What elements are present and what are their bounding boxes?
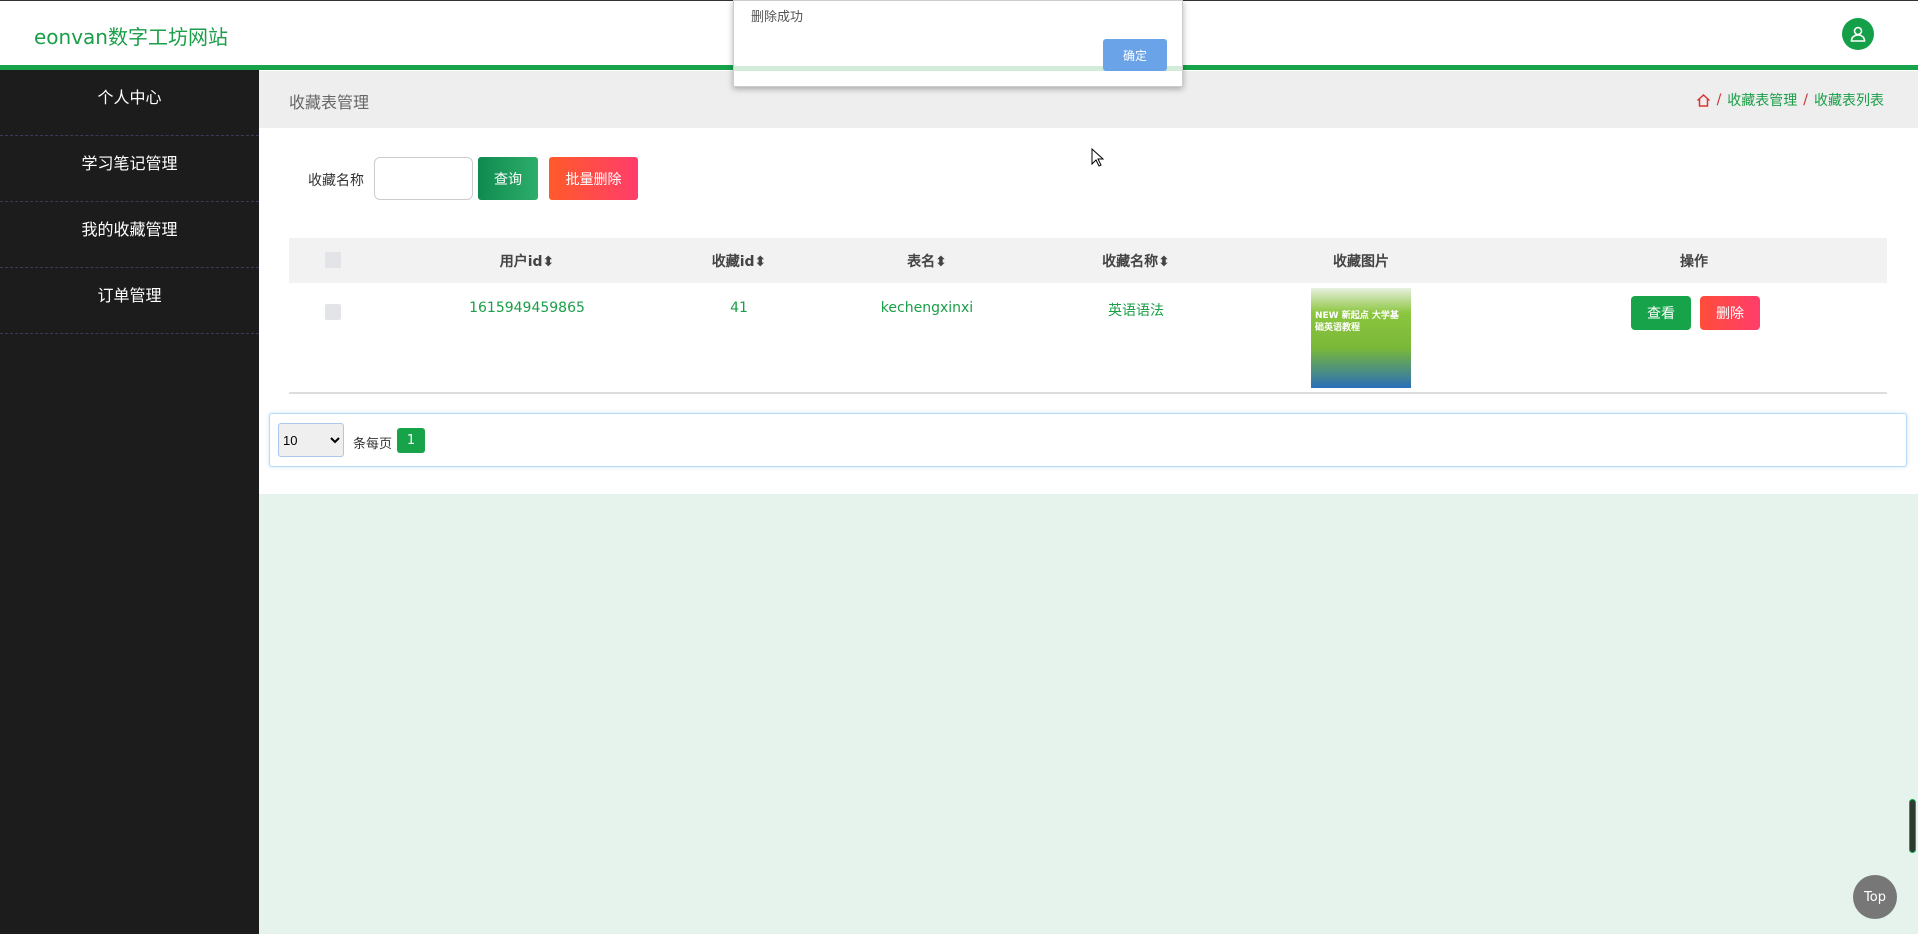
cell-name: 英语语法: [1108, 303, 1164, 319]
delete-button[interactable]: 删除: [1700, 296, 1760, 330]
breadcrumb-separator: /: [1716, 92, 1722, 108]
table-header: 用户id⬍ 收藏id⬍ 表名⬍ 收藏名称⬍ 收藏图片 操作: [289, 238, 1887, 283]
dialog-ok-button[interactable]: 确定: [1103, 39, 1167, 71]
sidebar-item-favorites[interactable]: 我的收藏管理: [0, 202, 259, 268]
favorite-image[interactable]: NEW 新起点 大学基础英语教程: [1311, 288, 1411, 388]
sort-icon[interactable]: ⬍: [935, 254, 947, 270]
breadcrumb-separator: /: [1803, 92, 1808, 108]
cell-tablename: kechengxinxi: [880, 300, 974, 316]
header-refid[interactable]: 收藏id⬍: [712, 251, 767, 271]
search-input[interactable]: [374, 157, 473, 200]
sort-icon[interactable]: ⬍: [755, 254, 767, 270]
breadcrumb-item[interactable]: 收藏表管理: [1727, 90, 1797, 110]
row-checkbox[interactable]: [325, 304, 341, 320]
header-name[interactable]: 收藏名称⬍: [1102, 251, 1170, 271]
sidebar-item-profile[interactable]: 个人中心: [0, 70, 259, 136]
breadcrumb-item[interactable]: 收藏表列表: [1814, 90, 1884, 110]
mouse-cursor-icon: [1091, 148, 1105, 167]
view-button[interactable]: 查看: [1631, 296, 1691, 330]
user-icon: [1850, 26, 1866, 42]
batch-delete-button[interactable]: 批量删除: [549, 157, 638, 200]
page-size-label: 条每页: [353, 437, 393, 452]
select-all-checkbox[interactable]: [325, 252, 341, 268]
sidebar-item-orders[interactable]: 订单管理: [0, 268, 259, 334]
main-content: 收藏表管理 / 收藏表管理 / 收藏表列表 收藏名称 查询 批量删除 用户id⬍…: [259, 70, 1918, 494]
home-icon[interactable]: [1696, 93, 1711, 108]
breadcrumb: / 收藏表管理 / 收藏表列表: [1696, 90, 1884, 110]
header-actions: 操作: [1680, 254, 1708, 270]
user-avatar[interactable]: [1842, 18, 1874, 50]
header-image: 收藏图片: [1333, 254, 1389, 270]
dialog-message: 删除成功: [751, 10, 804, 25]
alert-dialog: 删除成功 确定: [733, 0, 1183, 87]
page-1-button[interactable]: 1: [397, 428, 425, 453]
sort-icon[interactable]: ⬍: [1158, 254, 1170, 270]
sort-icon[interactable]: ⬍: [543, 254, 555, 270]
pagination: 10 条每页 1: [269, 413, 1907, 467]
favorites-table: 用户id⬍ 收藏id⬍ 表名⬍ 收藏名称⬍ 收藏图片 操作 1615949459…: [289, 238, 1887, 394]
header-userid[interactable]: 用户id⬍: [500, 251, 555, 271]
site-brand[interactable]: eonvan数字工坊网站: [34, 21, 228, 50]
page-size-select[interactable]: 10: [278, 423, 344, 457]
search-label: 收藏名称: [308, 173, 364, 189]
cell-userid: 1615949459865: [469, 300, 585, 316]
header-tablename[interactable]: 表名⬍: [907, 251, 947, 271]
cell-refid: 41: [730, 300, 748, 316]
sidebar-item-notes[interactable]: 学习笔记管理: [0, 136, 259, 202]
scrollbar-thumb[interactable]: [1909, 799, 1916, 853]
cover-text: NEW 新起点 大学基础英语教程: [1315, 311, 1399, 333]
query-button[interactable]: 查询: [478, 157, 538, 200]
back-to-top-button[interactable]: Top: [1853, 875, 1897, 919]
sidebar: 个人中心 学习笔记管理 我的收藏管理 订单管理: [0, 70, 259, 934]
page-title: 收藏表管理: [289, 93, 370, 112]
